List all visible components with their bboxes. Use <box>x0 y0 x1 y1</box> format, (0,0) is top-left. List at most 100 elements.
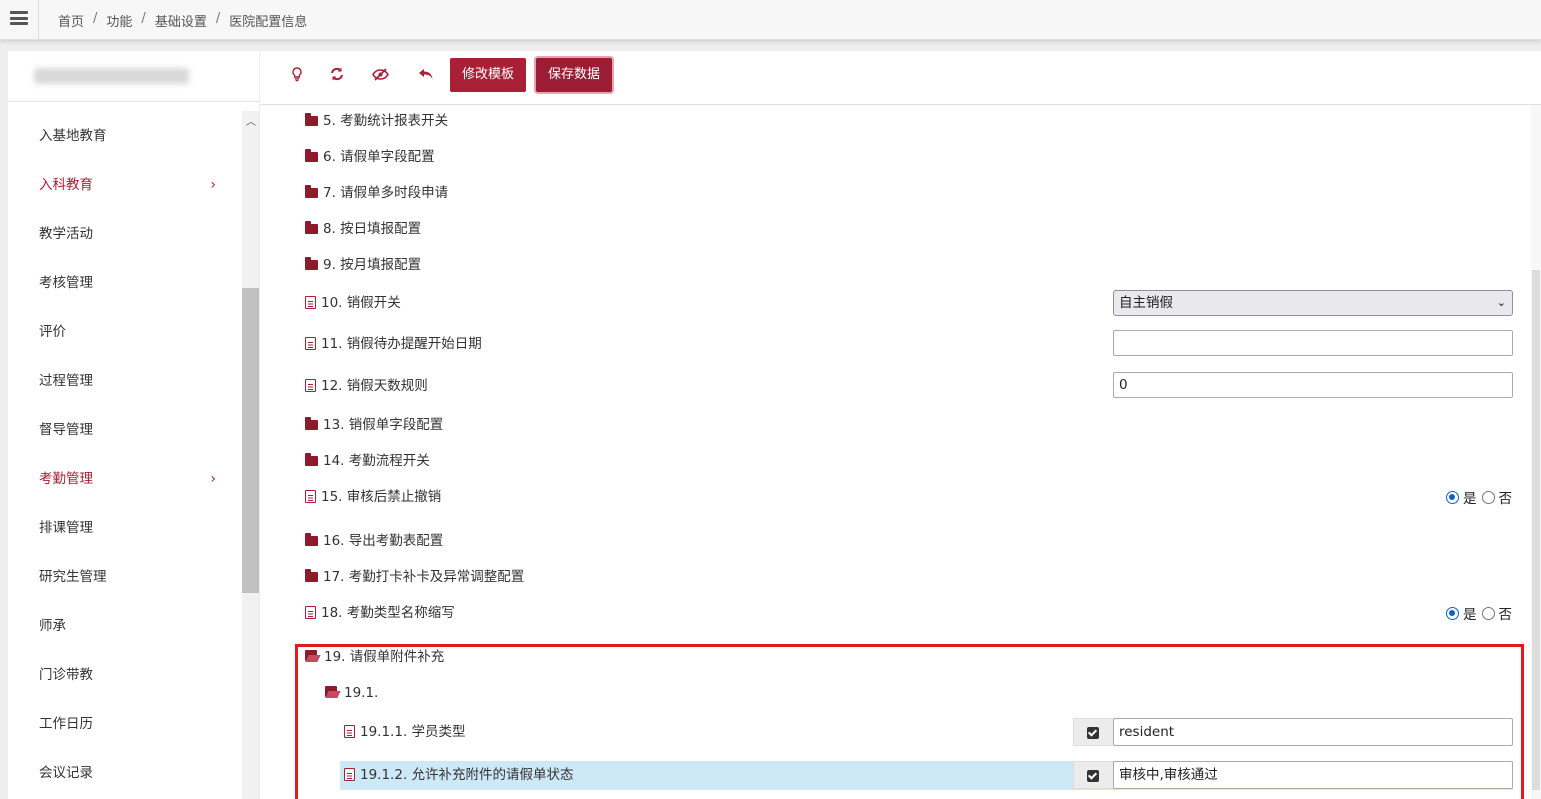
radio-yes[interactable] <box>1446 490 1459 504</box>
folder-icon <box>305 569 318 582</box>
sidebar-item-evaluation[interactable]: 评价 <box>8 308 242 357</box>
sidebar-item-graduate[interactable]: 研究生管理 <box>8 553 242 602</box>
file-icon <box>305 490 316 503</box>
tree-label: 9. 按月填报配置 <box>323 257 422 273</box>
sidebar-item-label: 过程管理 <box>39 373 93 389</box>
breadcrumb-function[interactable]: 功能 <box>106 11 132 30</box>
sidebar-item-attendance[interactable]: 考勤管理 › <box>8 455 242 504</box>
tree-label: 6. 请假单字段配置 <box>323 149 435 165</box>
sidebar-item-assessment[interactable]: 考核管理 <box>8 259 242 308</box>
top-bar: 首页 / 功能 / 基础设置 / 医院配置信息 <box>0 0 1541 40</box>
select-value: 自主销假 <box>1119 295 1173 311</box>
refresh-icon[interactable] <box>328 67 346 85</box>
save-data-button[interactable]: 保存数据 <box>536 58 613 92</box>
tree-item-18: 18. 考勤类型名称缩写 <box>305 601 455 625</box>
tree-item-12: 12. 销假天数规则 <box>305 374 428 398</box>
sidebar-item-teaching-activities[interactable]: 教学活动 <box>8 210 242 259</box>
tree-folder-17[interactable]: 17. 考勤打卡补卡及异常调整配置 <box>305 565 524 589</box>
divider <box>38 0 39 40</box>
tree-folder-7[interactable]: 7. 请假单多时段申请 <box>305 181 448 205</box>
sidebar-item-label: 门诊带教 <box>39 667 93 683</box>
sidebar-scrollbar-thumb[interactable] <box>242 288 259 593</box>
folder-icon <box>305 417 318 430</box>
sidebar-item-outpatient-teaching[interactable]: 门诊带教 <box>8 651 242 700</box>
eye-slash-icon[interactable] <box>371 67 389 85</box>
breadcrumb-home[interactable]: 首页 <box>58 11 84 30</box>
file-icon <box>305 379 316 392</box>
breadcrumb-separator: / <box>215 11 221 26</box>
tree-folder-5[interactable]: 5. 考勤统计报表开关 <box>305 109 448 133</box>
tree-folder-14[interactable]: 14. 考勤流程开关 <box>305 449 430 473</box>
sidebar-item-scheduling[interactable]: 排课管理 <box>8 504 242 553</box>
sidebar-item-label: 教学活动 <box>39 226 93 242</box>
sidebar-item-meeting-records[interactable]: 会议记录 <box>8 749 242 798</box>
sidebar-item-supervision[interactable]: 督导管理 <box>8 406 242 455</box>
sidebar-item-label: 考核管理 <box>39 275 93 291</box>
blurred-hospital-name <box>34 68 189 84</box>
chevron-right-icon: › <box>210 471 216 487</box>
leave-cancel-select[interactable]: 自主销假 ⌄ <box>1113 290 1513 316</box>
sidebar-item-label: 师承 <box>39 618 66 634</box>
lightbulb-icon[interactable] <box>288 67 306 86</box>
tree-label: 18. 考勤类型名称缩写 <box>321 605 455 621</box>
file-icon <box>305 337 316 350</box>
sidebar-item-mentorship[interactable]: 师承 <box>8 602 242 651</box>
tree-folder-9[interactable]: 9. 按月填报配置 <box>305 253 421 277</box>
sidebar-scrollbar[interactable]: ︿ <box>242 111 259 799</box>
tree-label: 17. 考勤打卡补卡及异常调整配置 <box>323 569 525 585</box>
sidebar-item-label: 研究生管理 <box>39 569 107 585</box>
sidebar-item-entry-base-education[interactable]: 入基地教育 <box>8 112 242 161</box>
scroll-up-arrow-icon[interactable]: ︿ <box>246 113 256 128</box>
breadcrumb-basic-settings[interactable]: 基础设置 <box>155 11 207 30</box>
tree-folder-6[interactable]: 6. 请假单字段配置 <box>305 145 435 169</box>
folder-icon <box>305 113 318 126</box>
file-icon <box>305 606 316 619</box>
tree-folder-16[interactable]: 16. 导出考勤表配置 <box>305 529 443 553</box>
sidebar-item-process[interactable]: 过程管理 <box>8 357 242 406</box>
sidebar-item-entry-dept-education[interactable]: 入科教育 › <box>8 161 242 210</box>
sidebar: 入基地教育 入科教育 › 教学活动 考核管理 评价 过程管理 督导管理 考勤管理 ›… <box>8 51 259 799</box>
tree-label: 5. 考勤统计报表开关 <box>323 113 449 129</box>
folder-icon <box>305 257 318 270</box>
hamburger-menu-icon[interactable] <box>10 11 28 25</box>
tree-label: 11. 销假待办提醒开始日期 <box>321 336 482 352</box>
radio-yes[interactable] <box>1446 606 1459 620</box>
breadcrumb-separator: / <box>141 11 146 26</box>
main-panel: 修改模板 保存数据 5. 考勤统计报表开关 6. 请假单字段配置 7. 请假单多… <box>260 51 1541 799</box>
folder-icon <box>305 185 318 198</box>
tree-label: 16. 导出考勤表配置 <box>323 533 444 549</box>
radio-group-18: 是 否 <box>1446 603 1512 623</box>
folder-icon <box>305 149 318 162</box>
sidebar-item-work-calendar[interactable]: 工作日历 <box>8 700 242 749</box>
radio-no-label: 否 <box>1498 491 1513 507</box>
sidebar-item-label: 入基地教育 <box>39 128 107 144</box>
breadcrumb-separator: / <box>93 11 98 26</box>
radio-no[interactable] <box>1481 490 1495 504</box>
tree-item-10: 10. 销假开关 <box>305 291 401 315</box>
tree-item-15: 15. 审核后禁止撤销 <box>305 485 441 509</box>
undo-icon[interactable] <box>417 67 435 85</box>
tree-label: 15. 审核后禁止撤销 <box>321 489 442 505</box>
sidebar-menu: 入基地教育 入科教育 › 教学活动 考核管理 评价 过程管理 督导管理 考勤管理 ›… <box>8 112 242 798</box>
tree-label: 7. 请假单多时段申请 <box>323 185 449 201</box>
chevron-down-icon: ⌄ <box>1496 296 1506 309</box>
radio-no-label: 否 <box>1498 607 1513 623</box>
edit-template-button[interactable]: 修改模板 <box>450 58 527 92</box>
main-scrollbar[interactable] <box>1531 105 1541 799</box>
leave-days-rule-input[interactable]: 0 <box>1113 372 1513 398</box>
radio-yes-label: 是 <box>1463 607 1477 623</box>
reminder-start-date-input[interactable] <box>1113 330 1513 356</box>
radio-yes-label: 是 <box>1463 491 1477 507</box>
sidebar-item-label: 考勤管理 <box>39 471 93 487</box>
sidebar-item-label: 评价 <box>39 324 66 340</box>
tree-label: 8. 按日填报配置 <box>323 221 422 237</box>
main-scrollbar-thumb[interactable] <box>1532 270 1540 790</box>
tree-folder-8[interactable]: 8. 按日填报配置 <box>305 217 421 241</box>
folder-icon <box>305 221 318 234</box>
tree-item-11: 11. 销假待办提醒开始日期 <box>305 332 482 356</box>
radio-no[interactable] <box>1481 606 1495 620</box>
sidebar-header <box>8 51 259 102</box>
annotation-highlight-box <box>295 644 1524 799</box>
tree-folder-13[interactable]: 13. 销假单字段配置 <box>305 413 443 437</box>
sidebar-item-label: 排课管理 <box>39 520 93 536</box>
